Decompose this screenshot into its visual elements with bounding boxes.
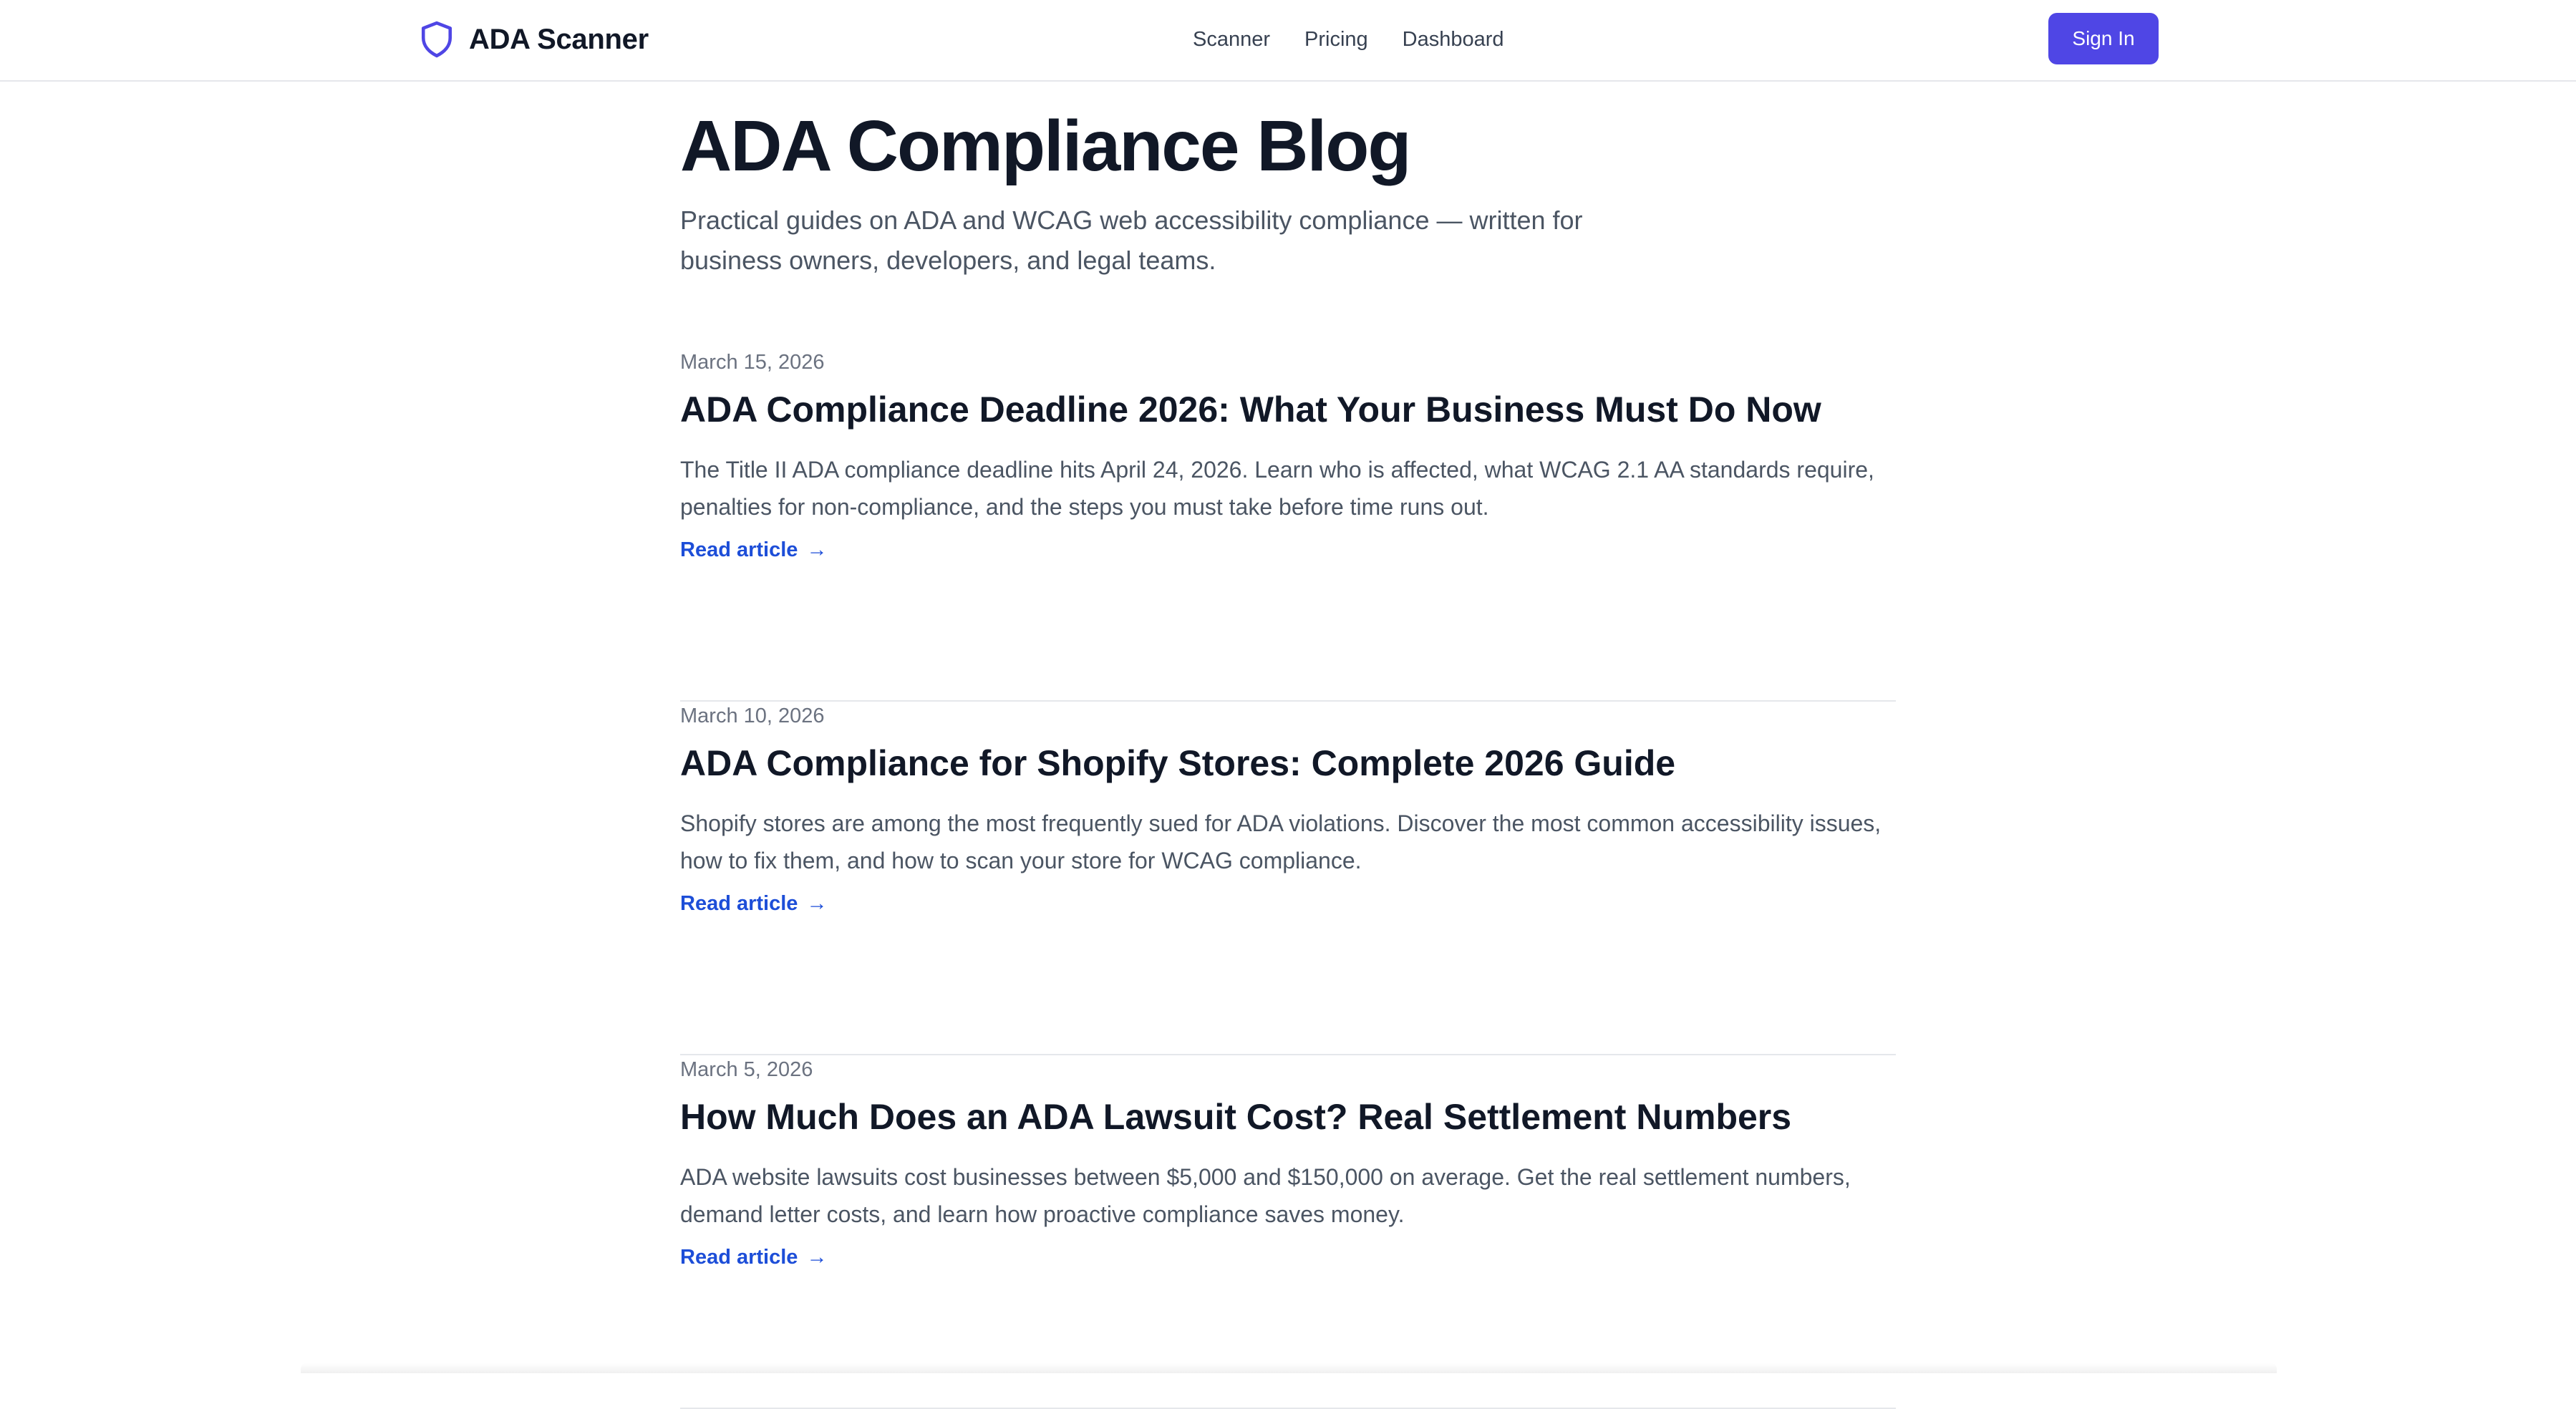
shield-icon	[421, 21, 452, 58]
post-excerpt: The Title II ADA compliance deadline hit…	[680, 457, 1874, 520]
nav-link-pricing[interactable]: Pricing	[1304, 28, 1368, 52]
main-nav: Scanner Pricing Dashboard	[1193, 24, 1504, 54]
read-article-label: Read article	[680, 538, 798, 561]
brand-name: ADA Scanner	[469, 23, 649, 55]
post-date: March 10, 2026	[680, 704, 825, 727]
post-list: March 15, 2026 ADA Compliance Deadline 2…	[680, 348, 1896, 1409]
nav-link-scanner[interactable]: Scanner	[1193, 28, 1270, 52]
post-card: March 15, 2026 ADA Compliance Deadline 2…	[680, 348, 1896, 702]
read-article-link[interactable]: Read article →	[680, 889, 827, 918]
post-title[interactable]: ADA Compliance Deadline 2026: What Your …	[680, 384, 1821, 435]
post-excerpt: ADA website lawsuits cost businesses bet…	[680, 1164, 1851, 1227]
bottom-edge-shadow	[301, 1363, 2277, 1373]
page-title: ADA Compliance Blog	[680, 106, 1411, 186]
read-article-label: Read article	[680, 892, 798, 915]
arrow-right-icon: →	[806, 538, 828, 561]
blog-main: ADA Compliance Blog Practical guides on …	[680, 100, 1896, 1409]
post-title[interactable]: How Much Does an ADA Lawsuit Cost? Real …	[680, 1091, 1791, 1143]
post-card: March 5, 2026 How Much Does an ADA Lawsu…	[680, 1055, 1896, 1409]
post-card: March 10, 2026 ADA Compliance for Shopif…	[680, 702, 1896, 1055]
sign-in-button[interactable]: Sign In	[2048, 13, 2159, 64]
post-date: March 15, 2026	[680, 351, 825, 374]
read-article-label: Read article	[680, 1246, 798, 1269]
blog-intro: Practical guides on ADA and WCAG web acc…	[680, 205, 1583, 275]
arrow-right-icon: →	[806, 1246, 828, 1269]
read-article-link[interactable]: Read article →	[680, 1243, 827, 1272]
post-title[interactable]: ADA Compliance for Shopify Stores: Compl…	[680, 737, 1675, 789]
arrow-right-icon: →	[806, 892, 828, 915]
read-article-link[interactable]: Read article →	[680, 536, 827, 564]
nav-link-dashboard[interactable]: Dashboard	[1403, 28, 1504, 52]
top-navigation: ADA Scanner Scanner Pricing Dashboard Si…	[0, 0, 2576, 82]
brand-home-link[interactable]: ADA Scanner	[419, 19, 649, 60]
post-excerpt: Shopify stores are among the most freque…	[680, 810, 1882, 873]
post-date: March 5, 2026	[680, 1058, 813, 1081]
